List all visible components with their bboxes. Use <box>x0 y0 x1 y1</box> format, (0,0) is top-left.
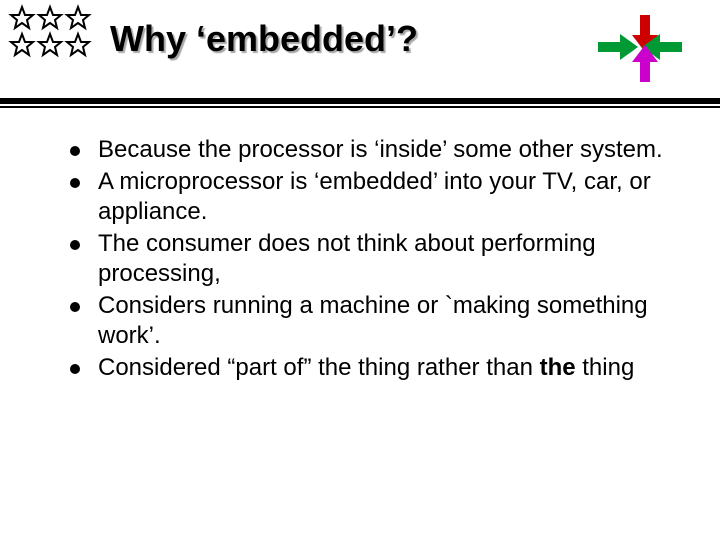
bullet-text: The consumer does not think about perfor… <box>98 229 680 289</box>
list-item: Because the processor is ‘inside’ some o… <box>70 135 680 165</box>
bullet-text: Because the processor is ‘inside’ some o… <box>98 135 663 165</box>
slide-title: Why ‘embedded’? <box>110 18 418 60</box>
bullet-text: Considered “part of” the thing rather th… <box>98 353 634 383</box>
bullet-icon <box>70 240 80 250</box>
divider-rule <box>0 98 720 104</box>
bullet-icon <box>70 178 80 188</box>
bullet-icon <box>70 302 80 312</box>
list-item: A microprocessor is ‘embedded’ into your… <box>70 167 680 227</box>
bullet-icon <box>70 146 80 156</box>
bullet-text: A microprocessor is ‘embedded’ into your… <box>98 167 680 227</box>
arrows-decor-icon <box>590 10 690 85</box>
bullet-icon <box>70 364 80 374</box>
stars-decor-icon <box>8 4 103 84</box>
list-item: Considered “part of” the thing rather th… <box>70 353 680 383</box>
list-item: The consumer does not think about perfor… <box>70 229 680 289</box>
list-item: Considers running a machine or `making s… <box>70 291 680 351</box>
bullet-list: Because the processor is ‘inside’ some o… <box>70 135 680 385</box>
bullet-text: Considers running a machine or `making s… <box>98 291 680 351</box>
